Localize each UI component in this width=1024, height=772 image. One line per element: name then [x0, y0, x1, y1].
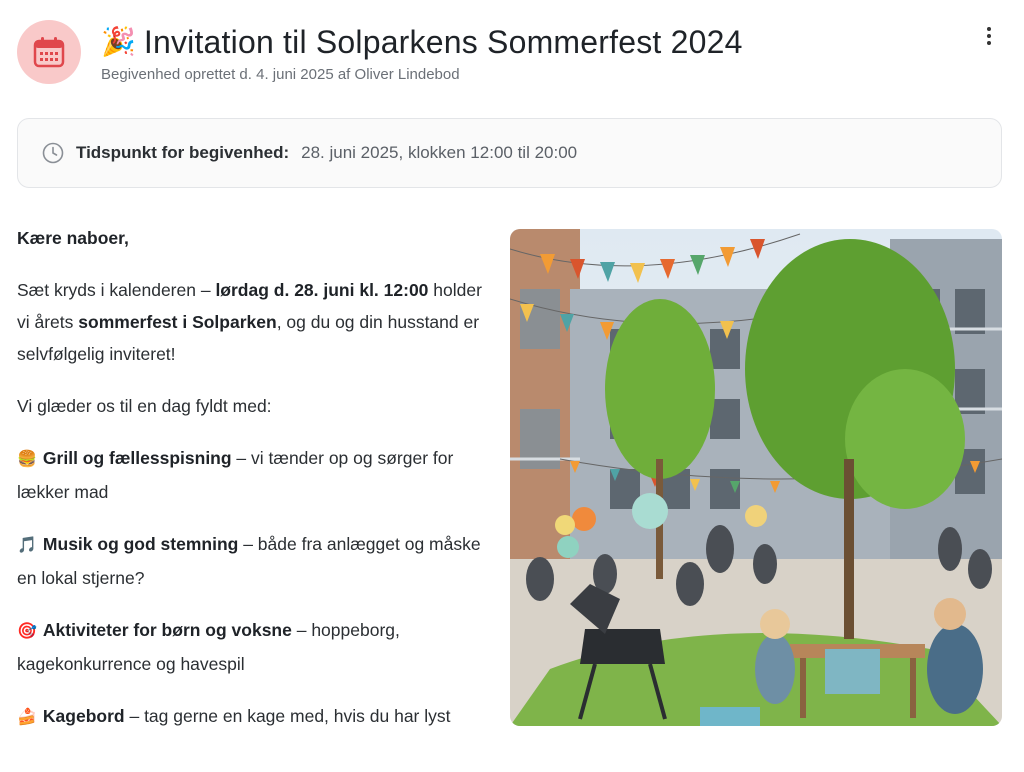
time-value: 28. juni 2025, klokken 12:00 til 20:00: [301, 143, 578, 162]
intro-paragraph: Sæt kryds i kalenderen – lørdag d. 28. j…: [17, 280, 482, 364]
burger-icon: 🍔: [17, 451, 37, 468]
clock-icon: [42, 142, 64, 164]
list-item: 🍰 Kagebord – tag gerne en kage med, hvis …: [17, 706, 451, 726]
event-meta: Begivenhed oprettet d. 4. juni 2025 af O…: [101, 66, 460, 83]
list-item: 🎯 Aktiviteter for børn og voksne – hoppeb…: [17, 620, 400, 674]
page-title: Invitation til Solparkens Sommerfest 202…: [143, 24, 743, 60]
target-icon: 🎯: [17, 623, 37, 640]
cake-icon: 🍰: [17, 709, 37, 726]
greeting: Kære naboer,: [17, 228, 129, 248]
time-label: Tidspunkt for begivenhed:: [76, 143, 290, 162]
event-image: [510, 229, 1002, 726]
kebab-menu-icon[interactable]: [977, 22, 1001, 50]
list-item: 🎵 Musik og god stemning – både fra anlægg…: [17, 534, 481, 588]
calendar-icon: [33, 37, 65, 68]
event-avatar: [17, 20, 81, 84]
event-header: 🎉 Invitation til Solparkens Sommerfest 2…: [17, 20, 1007, 90]
invitation-body: Kære naboer, Sæt kryds i kalenderen – lø…: [17, 222, 487, 754]
music-note-icon: 🎵: [17, 537, 37, 554]
list-item: 🍔 Grill og fællesspisning – vi tænder op …: [17, 448, 454, 502]
list-intro: Vi glæder os til en dag fyldt med:: [17, 396, 272, 416]
event-time-box: Tidspunkt for begivenhed: 28. juni 2025,…: [17, 118, 1002, 188]
party-popper-icon: 🎉: [101, 26, 136, 57]
